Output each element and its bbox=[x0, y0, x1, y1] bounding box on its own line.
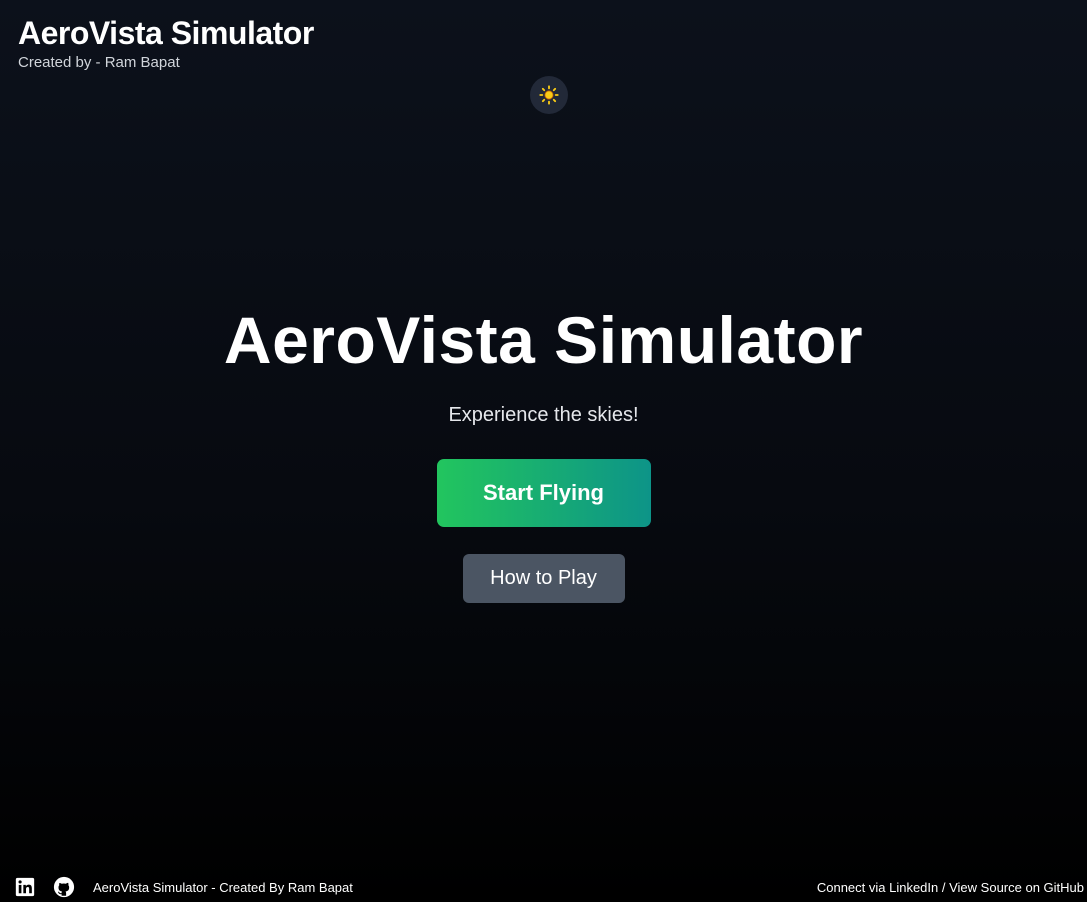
how-to-play-button[interactable]: How to Play bbox=[462, 554, 625, 603]
hero-tagline: Experience the skies! bbox=[448, 404, 639, 426]
hero-title: AeroVista Simulator bbox=[223, 303, 864, 377]
github-icon[interactable] bbox=[53, 876, 75, 898]
hero-section: AeroVista Simulator Experience the skies… bbox=[0, 300, 1087, 603]
app-title: AeroVista Simulator bbox=[18, 15, 314, 51]
footer-separator: / bbox=[938, 879, 950, 895]
linkedin-link[interactable]: Connect via LinkedIn bbox=[817, 880, 938, 895]
theme-toggle-button[interactable] bbox=[530, 76, 568, 114]
footer-credit: AeroVista Simulator - Created By Ram Bap… bbox=[93, 879, 353, 895]
footer: AeroVista Simulator - Created By Ram Bap… bbox=[0, 872, 1087, 902]
brand: AeroVista Simulator Created by - Ram Bap… bbox=[18, 14, 314, 72]
sun-icon bbox=[539, 85, 559, 105]
github-link[interactable]: View Source on GitHub bbox=[949, 880, 1084, 895]
linkedin-icon[interactable] bbox=[14, 876, 36, 898]
app-subtitle: Created by - Ram Bapat bbox=[18, 54, 180, 71]
footer-links: Connect via LinkedIn / View Source on Gi… bbox=[817, 880, 1084, 895]
start-flying-button[interactable]: Start Flying bbox=[436, 459, 651, 527]
